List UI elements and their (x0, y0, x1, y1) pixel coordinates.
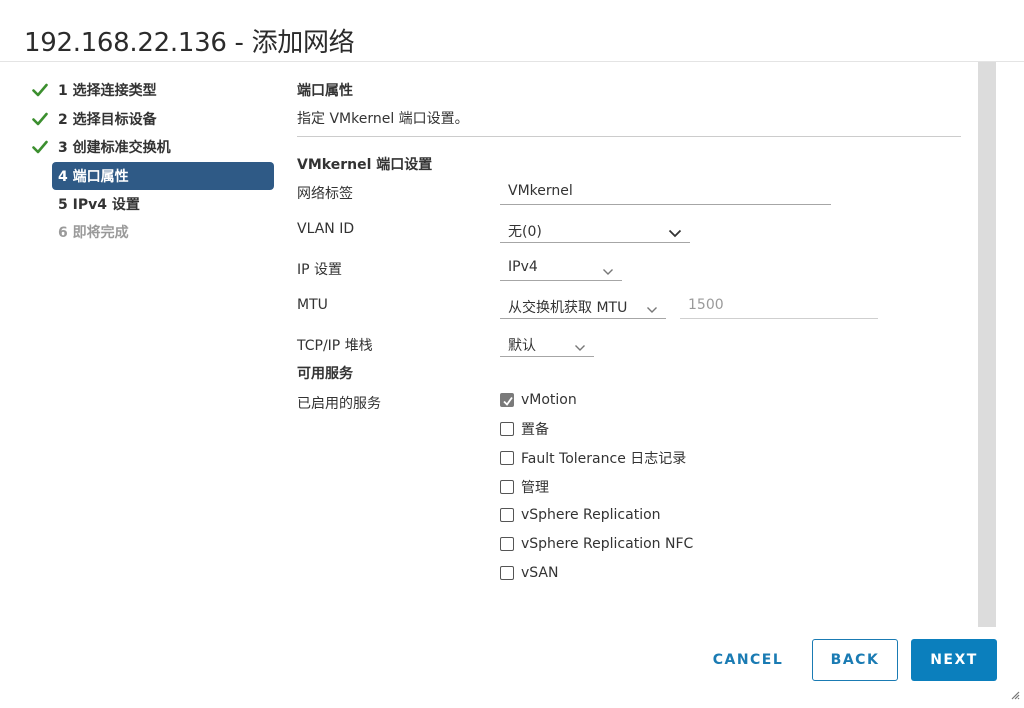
enabled-services-label: 已启用的服务 (297, 396, 381, 412)
chevron-down-icon (602, 264, 614, 280)
network-label-input[interactable]: VMkernel (500, 179, 831, 205)
vmkernel-settings-heading: VMkernel 端口设置 (297, 157, 433, 173)
checkbox-checked-icon[interactable] (500, 393, 514, 407)
service-label: 置备 (521, 422, 549, 438)
network-label-label: 网络标签 (297, 186, 353, 202)
service-label: Fault Tolerance 日志记录 (521, 451, 687, 467)
service-label: 管理 (521, 480, 549, 496)
step-label: 1 选择连接类型 (58, 83, 157, 100)
service-label: vSphere Replication (521, 507, 661, 523)
cancel-button[interactable]: CANCEL (700, 639, 796, 681)
mtu-placeholder: 1500 (688, 297, 724, 313)
vertical-scrollbar[interactable] (978, 62, 996, 627)
step-1[interactable]: 1 选择连接类型 (32, 76, 276, 105)
step-label: 3 创建标准交换机 (58, 140, 171, 157)
chevron-down-icon (646, 302, 658, 318)
title-divider (0, 61, 1024, 62)
page-description: 指定 VMkernel 端口设置。 (297, 111, 469, 127)
checkmark-icon (32, 140, 52, 154)
mtu-select[interactable]: 从交换机获取 MTU (500, 293, 666, 319)
network-label-value: VMkernel (508, 183, 573, 199)
vlan-id-select[interactable]: 无(0) (500, 217, 690, 243)
content-header: 端口属性 指定 VMkernel 端口设置。 (297, 80, 961, 137)
service-fault-tolerance[interactable]: Fault Tolerance 日志记录 (500, 447, 686, 469)
mtu-label: MTU (297, 297, 328, 313)
step-3[interactable]: 3 创建标准交换机 (32, 133, 276, 162)
tcpip-stack-select[interactable]: 默认 (500, 331, 594, 357)
checkbox-icon[interactable] (500, 451, 514, 465)
service-label: vMotion (521, 392, 577, 408)
checkmark-icon (32, 83, 52, 97)
service-vsphere-replication[interactable]: vSphere Replication (500, 504, 661, 526)
chevron-down-icon (574, 340, 586, 356)
services-heading: 可用服务 (297, 366, 353, 382)
service-provisioning[interactable]: 置备 (500, 418, 549, 440)
next-button[interactable]: NEXT (911, 639, 997, 681)
dialog-title: 192.168.22.136 - 添加网络 (24, 28, 355, 58)
wizard-steps: 1 选择连接类型 2 选择目标设备 3 创建标准交换机 4 端口属性 5 IPv… (32, 76, 276, 247)
mtu-input[interactable]: 1500 (680, 293, 878, 319)
step-4-active[interactable]: 4 端口属性 (52, 161, 274, 190)
tcpip-stack-value: 默认 (508, 338, 536, 354)
ip-settings-select[interactable]: IPv4 (500, 255, 622, 281)
resize-grip-icon[interactable] (1010, 685, 1020, 704)
checkbox-icon[interactable] (500, 566, 514, 580)
ip-settings-label: IP 设置 (297, 262, 343, 278)
step-label: 5 IPv4 设置 (58, 196, 140, 213)
step-5[interactable]: 5 IPv4 设置 (32, 190, 276, 219)
section-divider (297, 136, 961, 137)
checkbox-icon[interactable] (500, 480, 514, 494)
checkbox-icon[interactable] (500, 422, 514, 436)
service-vmotion[interactable]: vMotion (500, 389, 577, 411)
vlan-id-value: 无(0) (508, 224, 542, 240)
mtu-value: 从交换机获取 MTU (508, 300, 628, 316)
checkmark-icon (32, 112, 52, 126)
service-vsan[interactable]: vSAN (500, 562, 558, 584)
ip-settings-value: IPv4 (508, 259, 538, 275)
service-vsphere-replication-nfc[interactable]: vSphere Replication NFC (500, 533, 693, 555)
step-label: 2 选择目标设备 (58, 111, 157, 128)
step-6: 6 即将完成 (32, 218, 276, 247)
back-button[interactable]: BACK (812, 639, 898, 681)
tcpip-stack-label: TCP/IP 堆栈 (297, 338, 373, 354)
vlan-id-label: VLAN ID (297, 221, 355, 237)
service-management[interactable]: 管理 (500, 476, 549, 498)
step-2[interactable]: 2 选择目标设备 (32, 105, 276, 134)
chevron-down-icon (668, 226, 682, 242)
checkbox-icon[interactable] (500, 537, 514, 551)
service-label: vSAN (521, 565, 559, 581)
step-label: 4 端口属性 (58, 168, 129, 185)
step-label: 6 即将完成 (58, 225, 129, 242)
checkbox-icon[interactable] (500, 508, 514, 522)
page-heading: 端口属性 (297, 83, 353, 99)
service-label: vSphere Replication NFC (521, 536, 694, 552)
